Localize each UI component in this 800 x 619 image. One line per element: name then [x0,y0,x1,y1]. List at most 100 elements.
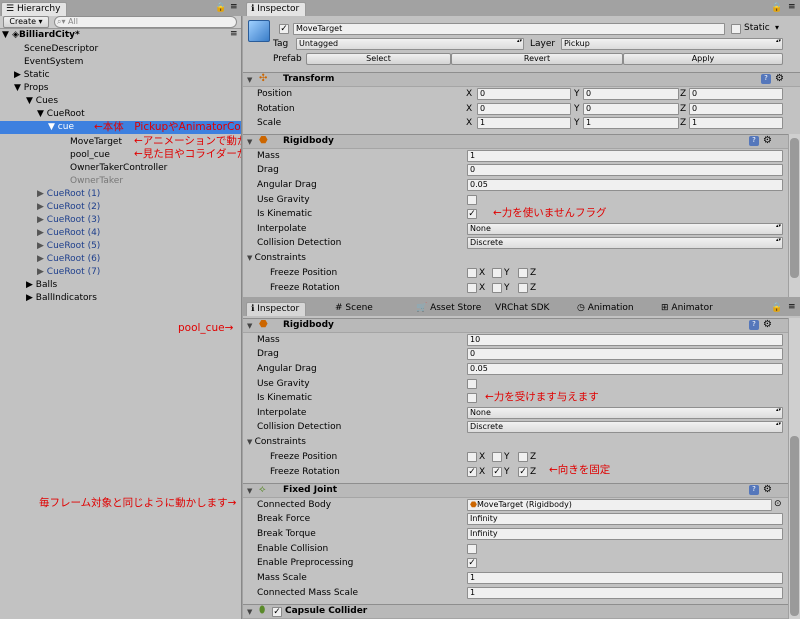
help-icon[interactable]: ? [761,74,771,84]
panel-menu-icon[interactable]: ≡ [788,302,796,312]
rotation-z-field[interactable]: 0 [689,103,783,115]
angular-drag-field[interactable]: 0.05 [467,179,783,191]
hierarchy-item[interactable]: MoveTarget [70,136,122,148]
active-checkbox[interactable]: ✓ [279,24,289,34]
inspector-bottom-scrollbar[interactable] [788,318,800,619]
lock-icon[interactable]: 🔒 [771,3,782,13]
prefab-select-button[interactable]: Select [306,53,451,65]
foldout-arrow-icon[interactable]: ▼ [247,76,252,84]
tag-dropdown[interactable]: Untagged [296,38,524,50]
tab-inspector[interactable]: ℹ Inspector [246,2,307,16]
object-name-field[interactable]: MoveTarget [293,23,725,35]
tab-hierarchy[interactable]: ☰ Hierarchy [1,2,68,16]
freeze-rot-y-checkbox[interactable]: ✓ [492,467,502,477]
hierarchy-item[interactable]: ▶ CueRoot (2) [37,201,100,213]
capsule-collider-header[interactable]: ▼ ⬮ ✓ Capsule Collider [243,604,788,619]
hierarchy-item[interactable]: ▶ CueRoot (7) [37,266,100,278]
freeze-pos-y-checkbox[interactable] [492,452,502,462]
gear-icon[interactable]: ⚙ [775,73,784,84]
hierarchy-item-inactive[interactable]: OwnerTaker [70,175,123,187]
freeze-rot-z-checkbox[interactable] [518,283,528,293]
static-dropdown-icon[interactable]: ▾ [775,23,779,32]
scale-z-field[interactable]: 1 [689,117,783,129]
angular-drag-field[interactable]: 0.05 [467,363,783,375]
gear-icon[interactable]: ⚙ [763,319,772,330]
help-icon[interactable]: ? [749,136,759,146]
create-button[interactable]: Create ▾ [3,16,49,28]
freeze-pos-x-checkbox[interactable] [467,268,477,278]
freeze-rot-x-checkbox[interactable]: ✓ [467,467,477,477]
hierarchy-item[interactable]: pool_cue [70,149,110,161]
gear-icon[interactable]: ⚙ [763,135,772,146]
scrollbar-thumb[interactable] [790,138,799,278]
tab-animator[interactable]: ⊞ Animator [661,303,713,314]
scene-root[interactable]: ▼ ◈BilliardCity* [2,29,80,41]
connected-mass-scale-field[interactable]: 1 [467,587,783,599]
freeze-rot-x-checkbox[interactable] [467,283,477,293]
scale-y-field[interactable]: 1 [583,117,679,129]
help-icon[interactable]: ? [749,485,759,495]
hierarchy-item[interactable]: ▶ CueRoot (3) [37,214,100,226]
mass-field[interactable]: 1 [467,150,783,162]
break-torque-field[interactable]: Infinity [467,528,783,540]
enable-preprocessing-checkbox[interactable]: ✓ [467,558,477,568]
gear-icon[interactable]: ⚙ [763,484,772,495]
hierarchy-item[interactable]: ▼ Cues [26,95,58,107]
hierarchy-item-selected[interactable]: ▼ cue [48,121,74,133]
hierarchy-item[interactable]: ▼ CueRoot [37,108,85,120]
hierarchy-item[interactable]: ▼ Props [14,82,48,94]
lock-icon[interactable]: 🔒 [771,303,782,313]
panel-menu-icon[interactable]: ≡ [230,2,238,12]
hierarchy-item[interactable]: ▶ Static [14,69,50,81]
freeze-rot-z-checkbox[interactable]: ✓ [518,467,528,477]
foldout-arrow-icon[interactable]: ▼ [247,608,252,616]
freeze-pos-z-checkbox[interactable] [518,268,528,278]
freeze-pos-x-checkbox[interactable] [467,452,477,462]
foldout-arrow-icon[interactable]: ▼ [247,138,252,146]
foldout-arrow-icon[interactable]: ▼ [247,322,252,330]
hierarchy-item[interactable]: ▶ CueRoot (1) [37,188,100,200]
tab-asset-store[interactable]: 🛒 Asset Store [416,303,481,314]
hierarchy-item[interactable]: EventSystem [14,56,83,68]
collision-detection-dropdown[interactable]: Discrete [467,421,783,433]
transform-header[interactable]: ▼ ✣ Transform ? ⚙ [243,72,800,87]
hierarchy-item[interactable]: ▶ Balls [26,279,57,291]
rotation-x-field[interactable]: 0 [477,103,571,115]
tab-scene[interactable]: # Scene [335,303,373,314]
inspector-top-scrollbar[interactable] [788,134,800,297]
tab-animation[interactable]: ◷ Animation [577,303,634,314]
mass-scale-field[interactable]: 1 [467,572,783,584]
hierarchy-item[interactable]: SceneDescriptor [14,43,98,55]
break-force-field[interactable]: Infinity [467,513,783,525]
layer-dropdown[interactable]: Pickup [561,38,783,50]
use-gravity-checkbox[interactable] [467,379,477,389]
object-picker-icon[interactable]: ⊙ [774,499,782,509]
foldout-arrow-icon[interactable]: ▼ [247,487,252,495]
rotation-y-field[interactable]: 0 [583,103,679,115]
rigidbody-header[interactable]: ▼ ⬣ Rigidbody ? ⚙ [243,318,788,333]
drag-field[interactable]: 0 [467,348,783,360]
hierarchy-item[interactable]: ▶ CueRoot (6) [37,253,100,265]
prefab-apply-button[interactable]: Apply [623,53,783,65]
interpolate-dropdown[interactable]: None [467,407,783,419]
scrollbar-thumb[interactable] [790,436,799,616]
connected-body-field[interactable]: ⬣MoveTarget (Rigidbody) [467,499,772,511]
rigidbody-header[interactable]: ▼ ⬣ Rigidbody ? ⚙ [243,134,788,149]
interpolate-dropdown[interactable]: None [467,223,783,235]
use-gravity-checkbox[interactable] [467,195,477,205]
capsule-enabled-checkbox[interactable]: ✓ [272,607,282,617]
scale-x-field[interactable]: 1 [477,117,571,129]
help-icon[interactable]: ? [749,320,759,330]
is-kinematic-checkbox[interactable] [467,393,477,403]
constraints-foldout[interactable]: ▼ Constraints [247,437,306,448]
hierarchy-item[interactable]: OwnerTakerController [70,162,167,174]
position-x-field[interactable]: 0 [477,88,571,100]
tab-vrchat-sdk[interactable]: VRChat SDK [495,303,549,314]
hierarchy-item[interactable]: ▶ CueRoot (4) [37,227,100,239]
tab-inspector[interactable]: ℹ Inspector [246,302,307,316]
hierarchy-item[interactable]: ▶ BallIndicators [26,292,97,304]
collision-detection-dropdown[interactable]: Discrete [467,237,783,249]
lock-icon[interactable]: 🔒 [215,3,226,13]
freeze-rot-y-checkbox[interactable] [492,283,502,293]
is-kinematic-checkbox[interactable]: ✓ [467,209,477,219]
